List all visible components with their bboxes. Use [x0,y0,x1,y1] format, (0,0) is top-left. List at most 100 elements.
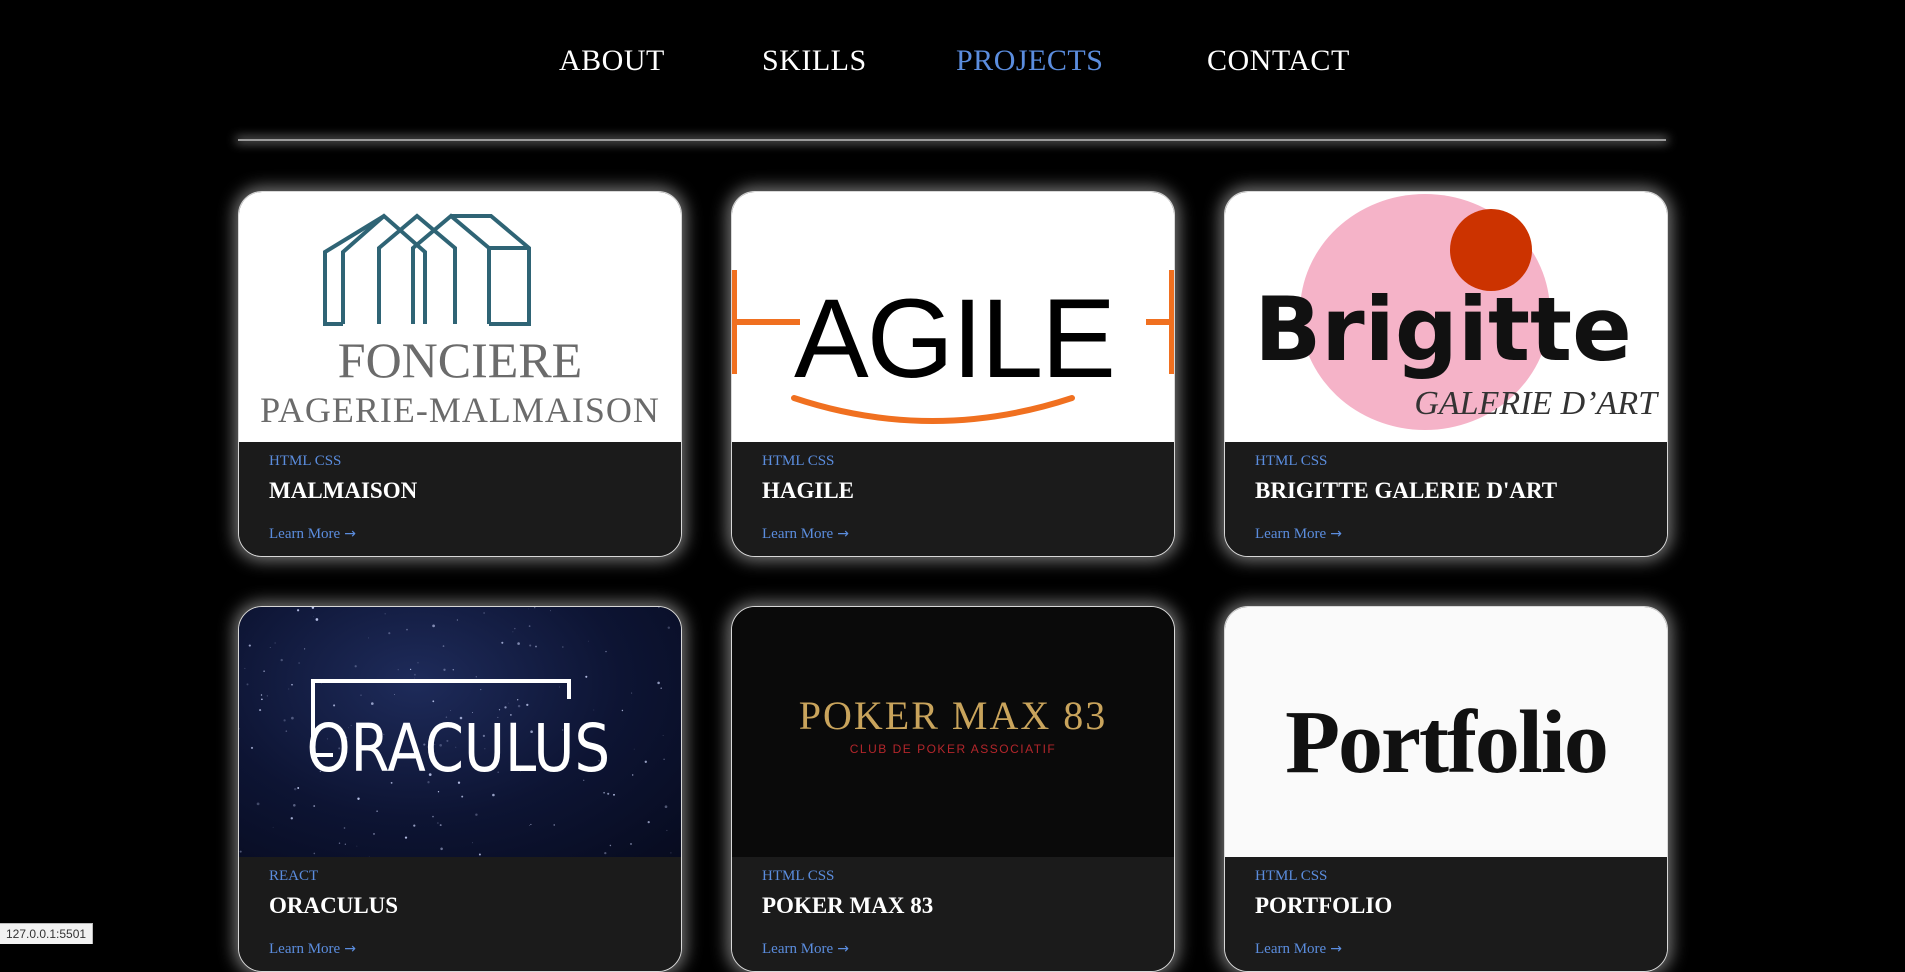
star-dot [475,813,478,816]
arrow-right-icon: → [1330,941,1342,957]
star-dot [660,687,662,689]
nav-about-link[interactable]: ABOUT [559,44,665,78]
star-dot [432,624,435,628]
star-dot [472,842,473,844]
star-dot [437,791,440,793]
project-image-poker: POKER MAX 83 CLUB DE POKER ASSOCIATIF [732,607,1174,857]
star-dot [280,658,283,662]
star-dot [373,832,375,835]
star-dot [406,628,408,631]
star-dot [272,826,274,828]
star-dot [269,647,271,648]
nav-contact-link[interactable]: CONTACT [1207,44,1350,78]
star-dot [239,728,240,730]
star-dot [657,681,660,685]
project-card-malmaison[interactable]: FONCIERE PAGERIE-MALMAISON HTML CSS MALM… [238,191,682,557]
star-dot [633,748,635,750]
star-dot [475,676,477,678]
star-dot [313,616,314,617]
star-dot [621,709,624,712]
star-dot [585,675,588,678]
star-dot [670,852,672,854]
project-card-body: HTML CSS MALMAISON Learn More → [239,442,681,556]
star-dot [311,607,315,609]
star-dot [613,793,615,796]
star-dot [256,802,260,806]
learn-more-link[interactable]: Learn More → [762,526,849,543]
star-dot [413,673,416,676]
brigitte-wordmark: Brigitte [1254,278,1632,381]
star-dot [388,632,391,635]
star-dot [529,824,531,827]
star-dot [368,637,369,639]
project-card-brigitte[interactable]: Brigitte GALERIE D’ART HTML CSS BRIGITTE… [1224,191,1668,557]
project-card-body: REACT ORACULUS Learn More → [239,857,681,971]
star-dot [461,795,464,798]
star-dot [644,760,647,763]
project-tags: REACT [269,868,319,884]
star-dot [432,700,435,703]
house-outline-logo-icon [323,213,531,326]
pagerie-malmaison-wordmark: PAGERIE-MALMAISON [260,390,660,430]
learn-more-link[interactable]: Learn More → [269,526,356,543]
star-dot [604,851,607,855]
star-dot [662,735,664,736]
star-dot [512,631,514,633]
star-dot [293,787,297,791]
poker-subtitle: CLUB DE POKER ASSOCIATIF [850,742,1056,756]
project-title: BRIGITTE GALERIE D'ART [1255,478,1558,503]
star-dot [291,716,294,720]
star-dot [605,650,607,653]
star-dot [508,702,510,704]
star-dot [360,694,362,696]
star-dot [246,683,249,686]
nav-skills-link[interactable]: SKILLS [762,44,867,78]
star-dot [483,612,485,614]
star-dot [664,805,668,809]
project-card-hagile[interactable]: AGILE HTML CSS HAGILE Learn More → [731,191,1175,557]
star-dot [666,829,668,831]
star-dot [371,702,374,705]
star-dot [517,642,520,645]
portfolio-wordmark: Portfolio [1285,693,1607,792]
star-dot [440,847,443,851]
star-dot [442,645,445,647]
star-dot [417,662,419,664]
star-dot [274,642,276,644]
star-dot [501,641,504,644]
star-dot [630,843,632,845]
star-dot [291,683,293,686]
project-image-malmaison: FONCIERE PAGERIE-MALMAISON [239,192,681,442]
star-dot [514,627,516,630]
project-tags: HTML CSS [1255,453,1328,469]
star-dot [529,644,532,647]
arrow-right-icon: → [1330,526,1342,542]
project-card-portfolio[interactable]: Portfolio HTML CSS PORTFOLIO Learn More → [1224,606,1668,972]
star-dot [663,758,665,760]
project-image-brigitte: Brigitte GALERIE D’ART [1225,192,1667,442]
project-tags: HTML CSS [269,453,342,469]
project-image-hagile: AGILE [732,192,1174,442]
learn-more-link[interactable]: Learn More → [1255,526,1342,543]
smile-underline-icon [791,395,1075,424]
agile-wordmark: AGILE [794,276,1114,401]
star-dot [443,668,446,671]
star-dot [527,608,529,610]
star-dot [658,607,660,609]
star-dot [526,703,529,707]
project-card-body: HTML CSS BRIGITTE GALERIE D'ART Learn Mo… [1225,442,1667,556]
star-dot [414,677,415,679]
star-dot [562,646,564,648]
star-dot [534,607,536,609]
project-title: PORTFOLIO [1255,893,1393,918]
star-dot [248,644,251,647]
nav-projects-link[interactable]: PROJECTS [956,44,1103,78]
project-image-portfolio: Portfolio [1225,607,1667,857]
project-card-poker[interactable]: POKER MAX 83 CLUB DE POKER ASSOCIATIF HT… [731,606,1175,972]
star-dot [315,618,319,621]
star-dot [667,626,671,629]
star-dot [261,698,263,701]
star-dot [504,706,507,709]
project-card-body: HTML CSS PORTFOLIO Learn More → [1225,857,1667,971]
project-card-oraculus[interactable]: ORACULUS REACT ORACULUS Learn More → [238,606,682,972]
